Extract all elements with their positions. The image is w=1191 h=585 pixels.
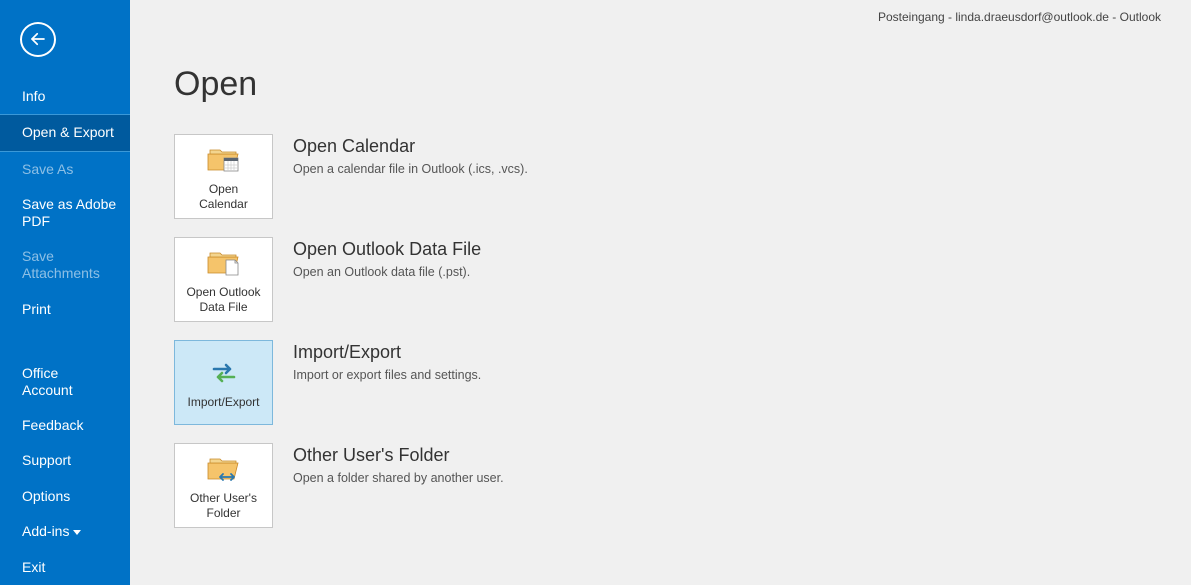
open-outlook-data-file-desc: Open an Outlook data file (.pst). <box>293 265 481 279</box>
nav-add-ins[interactable]: Add-ins <box>0 514 130 550</box>
folder-share-icon <box>206 451 242 487</box>
import-export-button-label: Import/Export <box>187 395 259 409</box>
option-import-export: Import/Export Import/Export Import or ex… <box>174 340 1191 425</box>
nav-support[interactable]: Support <box>0 443 130 479</box>
page-title: Open <box>174 65 1191 104</box>
other-users-folder-desc: Open a folder shared by another user. <box>293 471 504 485</box>
open-calendar-title: Open Calendar <box>293 136 528 157</box>
nav-office-account[interactable]: OfficeAccount <box>0 356 130 408</box>
open-outlook-data-file-title: Open Outlook Data File <box>293 239 481 260</box>
back-button[interactable] <box>20 22 56 57</box>
nav-open-export[interactable]: Open & Export <box>0 114 130 152</box>
option-other-users-folder: Other User'sFolder Other User's Folder O… <box>174 443 1191 528</box>
nav-save-adobe-pdf[interactable]: Save as AdobePDF <box>0 187 130 239</box>
main-content: Posteingang - linda.draeusdorf@outlook.d… <box>130 0 1191 585</box>
nav-exit[interactable]: Exit <box>0 550 130 585</box>
nav-feedback[interactable]: Feedback <box>0 408 130 444</box>
import-export-desc: Import or export files and settings. <box>293 368 481 382</box>
window-title: Posteingang - linda.draeusdorf@outlook.d… <box>878 10 1161 24</box>
nav-add-ins-label: Add-ins <box>22 523 69 539</box>
other-users-folder-button[interactable]: Other User'sFolder <box>174 443 273 528</box>
option-open-calendar: OpenCalendar Open Calendar Open a calend… <box>174 134 1191 219</box>
open-calendar-button[interactable]: OpenCalendar <box>174 134 273 219</box>
folder-calendar-icon <box>206 142 242 178</box>
open-outlook-data-file-button[interactable]: Open OutlookData File <box>174 237 273 322</box>
back-arrow-icon <box>29 30 47 48</box>
chevron-down-icon <box>73 530 81 535</box>
import-export-button[interactable]: Import/Export <box>174 340 273 425</box>
folder-file-icon <box>206 245 242 281</box>
nav-print[interactable]: Print <box>0 292 130 328</box>
backstage-sidebar: Info Open & Export Save As Save as Adobe… <box>0 0 130 585</box>
other-users-folder-button-label: Other User'sFolder <box>190 491 257 520</box>
open-calendar-desc: Open a calendar file in Outlook (.ics, .… <box>293 162 528 176</box>
nav-info[interactable]: Info <box>0 79 130 115</box>
import-export-title: Import/Export <box>293 342 481 363</box>
nav-options[interactable]: Options <box>0 479 130 515</box>
import-export-icon <box>208 355 240 391</box>
nav-save-attachments: Save Attachments <box>0 239 130 292</box>
nav-save-as: Save As <box>0 152 130 188</box>
other-users-folder-title: Other User's Folder <box>293 445 504 466</box>
open-calendar-button-label: OpenCalendar <box>199 182 248 211</box>
open-outlook-data-file-button-label: Open OutlookData File <box>186 285 260 314</box>
option-open-data-file: Open OutlookData File Open Outlook Data … <box>174 237 1191 322</box>
